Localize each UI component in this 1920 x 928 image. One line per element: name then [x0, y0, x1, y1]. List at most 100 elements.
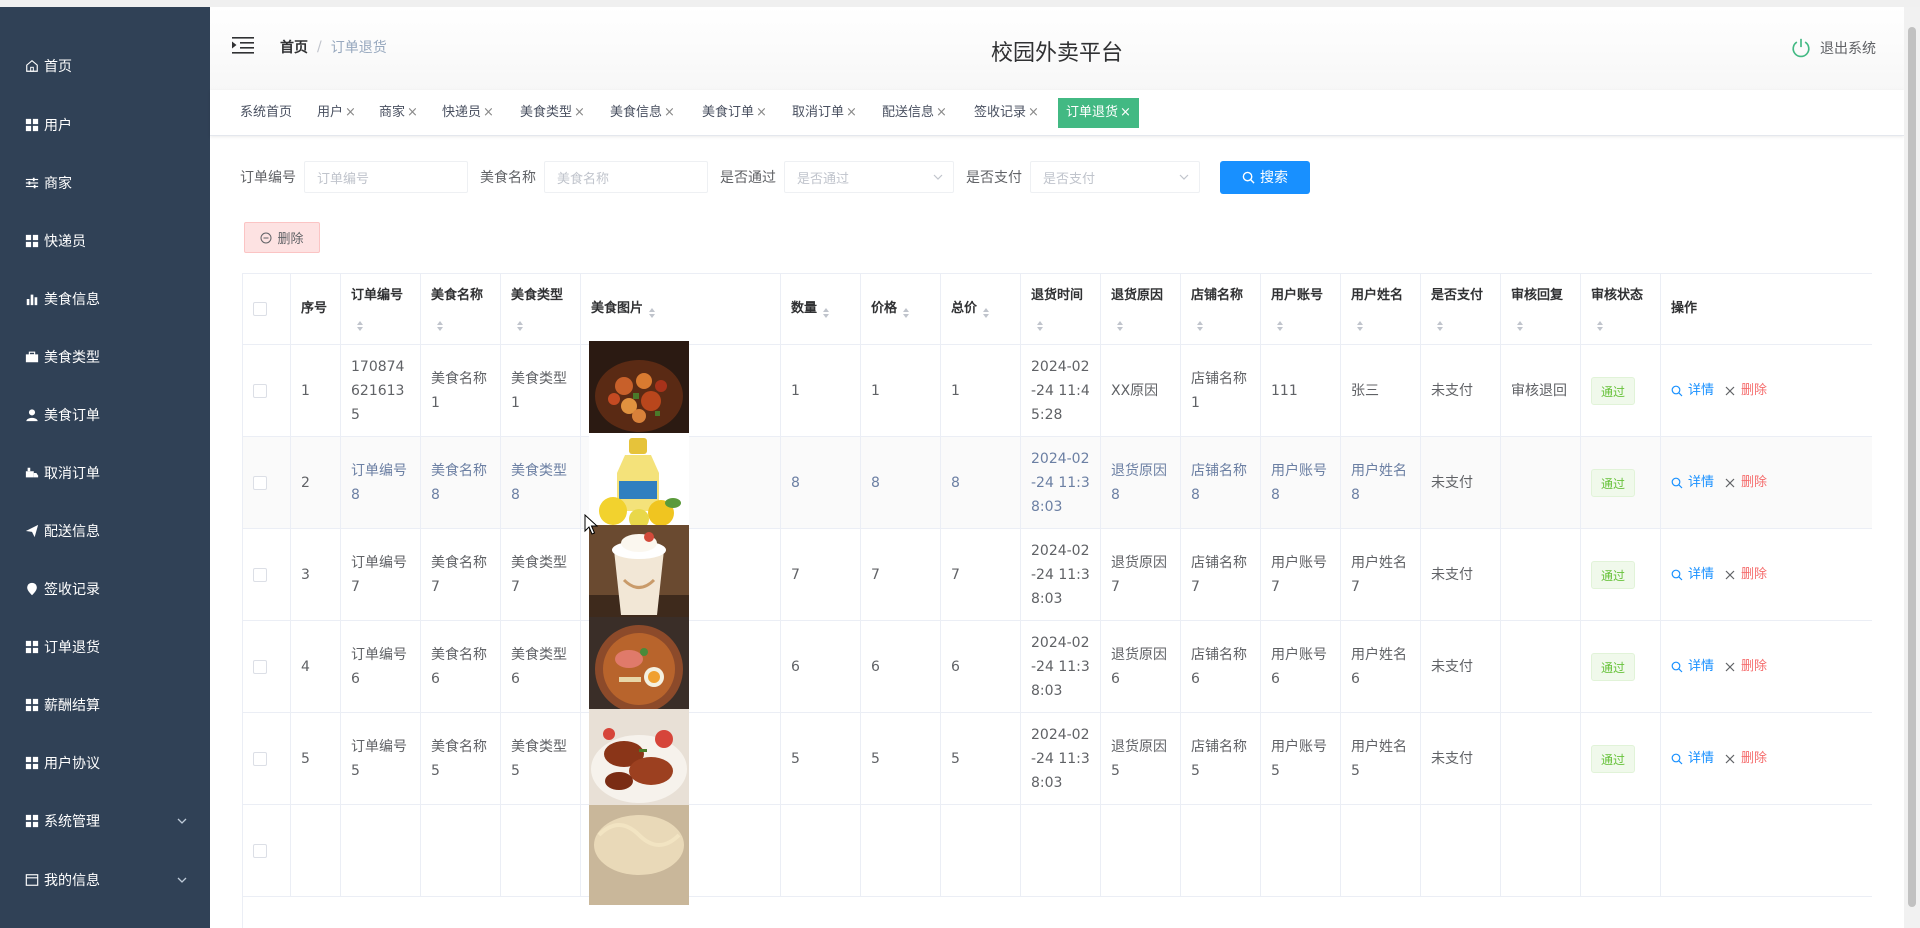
column-header[interactable]: 用户姓名	[1341, 274, 1421, 344]
column-header[interactable]: 数量	[781, 274, 861, 344]
order-no-input[interactable]: 订单编号	[304, 161, 468, 193]
bulk-delete-button[interactable]: 删除	[244, 222, 320, 253]
row-checkbox[interactable]	[253, 567, 267, 582]
column-header[interactable]: 美食名称	[421, 274, 501, 344]
row-checkbox[interactable]	[253, 475, 267, 490]
sidebar-item[interactable]: 首页	[0, 46, 210, 86]
vertical-scrollbar[interactable]	[1904, 7, 1920, 928]
food-name-input[interactable]: 美食名称	[544, 161, 708, 193]
row-checkbox[interactable]	[253, 383, 267, 398]
tag-close-icon[interactable]: ×	[345, 105, 356, 120]
sidebar-item[interactable]: 薪酬结算	[0, 685, 210, 725]
scrollbar-thumb[interactable]	[1908, 27, 1916, 907]
column-header[interactable]: 审核回复	[1501, 274, 1581, 344]
column-header[interactable]: 用户账号	[1261, 274, 1341, 344]
delete-button[interactable]: 删除	[1724, 471, 1767, 495]
tag[interactable]: 商家 ×	[379, 98, 418, 128]
detail-button[interactable]: 详情	[1671, 471, 1714, 495]
row-checkbox[interactable]	[253, 659, 267, 674]
sidebar-item[interactable]: 签收记录	[0, 569, 210, 609]
search-icon	[1671, 385, 1683, 396]
tag-close-icon[interactable]: ×	[664, 105, 675, 120]
sidebar-item[interactable]: 订单退货	[0, 627, 210, 667]
sidebar-item[interactable]: 美食信息	[0, 279, 210, 319]
sort-icon[interactable]	[1036, 316, 1044, 331]
tag-close-icon[interactable]: ×	[483, 105, 494, 120]
row-checkbox[interactable]	[253, 751, 267, 766]
sidebar-item[interactable]: 取消订单	[0, 453, 210, 493]
sort-icon[interactable]	[982, 303, 990, 318]
sidebar-item[interactable]: 我的信息	[0, 860, 210, 900]
column-header[interactable]: 美食类型	[501, 274, 581, 344]
column-header[interactable]: 序号	[291, 274, 341, 344]
row-checkbox[interactable]	[253, 843, 267, 858]
select-all-checkbox[interactable]	[253, 302, 267, 316]
column-header[interactable]: 退货原因	[1101, 274, 1181, 344]
breadcrumb-home[interactable]: 首页	[280, 37, 308, 57]
tag-close-icon[interactable]: ×	[1028, 105, 1039, 120]
tag[interactable]: 美食信息 ×	[610, 98, 675, 128]
tag-close-icon[interactable]: ×	[756, 105, 767, 120]
column-header[interactable]: 操作	[1661, 274, 1872, 344]
column-header[interactable]: 美食图片	[581, 274, 781, 344]
sidebar-item[interactable]: 快递员	[0, 221, 210, 261]
column-header[interactable]: 价格	[861, 274, 941, 344]
tag-close-icon[interactable]: ×	[1120, 105, 1131, 120]
sort-icon[interactable]	[1276, 316, 1284, 331]
sidebar-item[interactable]: 配送信息	[0, 511, 210, 551]
column-header[interactable]: 店铺名称	[1181, 274, 1261, 344]
tag[interactable]: 美食订单 ×	[702, 98, 767, 128]
sort-icon[interactable]	[1436, 316, 1444, 331]
tag[interactable]: 配送信息 ×	[882, 98, 947, 128]
sort-icon[interactable]	[648, 303, 656, 318]
column-header[interactable]: 审核状态	[1581, 274, 1661, 344]
sort-icon[interactable]	[356, 316, 364, 331]
sort-icon[interactable]	[1356, 316, 1364, 331]
column-header[interactable]: 退货时间	[1021, 274, 1101, 344]
column-header[interactable]: 订单编号	[341, 274, 421, 344]
sort-icon[interactable]	[436, 316, 444, 331]
tag[interactable]: 用户 ×	[317, 98, 356, 128]
tag-close-icon[interactable]: ×	[407, 105, 418, 120]
tag-close-icon[interactable]: ×	[574, 105, 585, 120]
table-cell: 详情 删除	[1661, 529, 1872, 620]
tag-close-icon[interactable]: ×	[936, 105, 947, 120]
sort-icon[interactable]	[902, 303, 910, 318]
tag[interactable]: 系统首页	[240, 98, 292, 128]
delete-button[interactable]: 删除	[1724, 563, 1767, 587]
column-header[interactable]: 总价	[941, 274, 1021, 344]
paid-select[interactable]: 是否支付	[1030, 161, 1200, 193]
delete-button[interactable]: 删除	[1724, 379, 1767, 403]
detail-button[interactable]: 详情	[1671, 747, 1714, 771]
table-cell	[341, 805, 421, 896]
detail-button[interactable]: 详情	[1671, 655, 1714, 679]
menu-toggle-icon[interactable]	[232, 35, 254, 55]
sidebar-item[interactable]: 用户	[0, 105, 210, 145]
detail-button[interactable]: 详情	[1671, 379, 1714, 403]
sort-icon[interactable]	[516, 316, 524, 331]
passed-select[interactable]: 是否通过	[784, 161, 954, 193]
delete-button[interactable]: 删除	[1724, 747, 1767, 771]
sidebar-item[interactable]: 系统管理	[0, 801, 210, 841]
search-button[interactable]: 搜索	[1220, 160, 1310, 194]
sidebar-item[interactable]: 美食类型	[0, 337, 210, 377]
sidebar-item[interactable]: 商家	[0, 163, 210, 203]
sort-icon[interactable]	[822, 303, 830, 318]
detail-button[interactable]: 详情	[1671, 563, 1714, 587]
table-cell: 1	[941, 345, 1021, 436]
tag-close-icon[interactable]: ×	[846, 105, 857, 120]
sidebar-item[interactable]: 美食订单	[0, 395, 210, 435]
sidebar-item[interactable]: 用户协议	[0, 743, 210, 783]
sort-icon[interactable]	[1516, 316, 1524, 331]
delete-button[interactable]: 删除	[1724, 655, 1767, 679]
tag-active[interactable]: 订单退货 ×	[1058, 98, 1139, 128]
tag[interactable]: 快递员 ×	[442, 98, 494, 128]
sort-icon[interactable]	[1196, 316, 1204, 331]
tag[interactable]: 取消订单 ×	[792, 98, 857, 128]
tag[interactable]: 签收记录 ×	[974, 98, 1039, 128]
column-header[interactable]: 是否支付	[1421, 274, 1501, 344]
logout-button[interactable]: 退出系统	[1790, 37, 1876, 59]
sort-icon[interactable]	[1596, 316, 1604, 331]
tag[interactable]: 美食类型 ×	[520, 98, 585, 128]
sort-icon[interactable]	[1116, 316, 1124, 331]
